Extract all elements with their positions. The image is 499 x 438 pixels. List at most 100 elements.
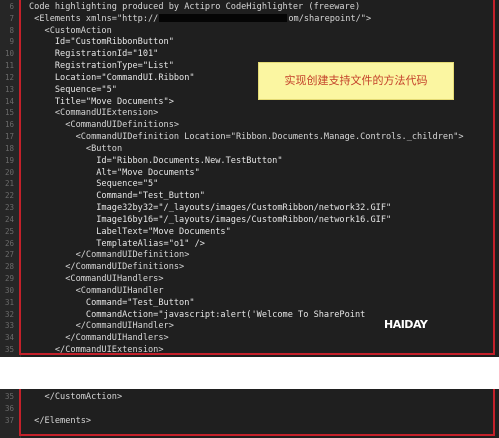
line-number: 19 bbox=[4, 155, 14, 165]
code-text: Sequence="5" bbox=[29, 178, 158, 190]
line-number: 35 bbox=[4, 392, 14, 401]
code-text-segment: CommandAction="javascript:alert('Welcome… bbox=[29, 309, 366, 320]
line-number: 12 bbox=[4, 72, 14, 82]
code-text: TemplateAlias="o1" /> bbox=[29, 238, 205, 250]
code-text: </CommandUIHandler> bbox=[29, 320, 174, 332]
line-number: 26 bbox=[4, 238, 14, 248]
code-text-segment: Location="CommandUI.Ribbon" bbox=[29, 72, 195, 83]
line-number: 27 bbox=[4, 250, 14, 260]
code-text-segment: TemplateAlias="o1" /> bbox=[29, 238, 205, 249]
code-text-segment: Image32by32="/_layouts/images/CustomRibb… bbox=[29, 203, 392, 214]
line-number: 20 bbox=[4, 167, 14, 177]
code-text-segment: <CommandUIHandlers> bbox=[29, 274, 164, 285]
line-number: 15 bbox=[4, 108, 14, 118]
code-text-segment: </CommandUIDefinition> bbox=[29, 250, 190, 261]
code-text-segment: </CommandUIHandlers> bbox=[29, 333, 169, 344]
code-text: RegistrationType="List" bbox=[29, 60, 174, 72]
line-number: 22 bbox=[4, 191, 14, 201]
code-text-segment: </CommandUIExtension> bbox=[29, 345, 164, 356]
code-text-segment: </CommandUIHandler> bbox=[29, 321, 174, 332]
code-text: Command="Test_Button" bbox=[29, 190, 205, 202]
code-text-segment: <CommandUIHandler bbox=[29, 285, 164, 296]
code-text-segment: Sequence="5" bbox=[29, 84, 117, 95]
line-number: 8 bbox=[9, 25, 14, 35]
code-text: Location="CommandUI.Ribbon" bbox=[29, 72, 195, 84]
code-text: Code highlighting produced by Actipro Co… bbox=[29, 1, 360, 13]
line-number: 6 bbox=[9, 2, 14, 11]
code-text: Alt="Move Documents" bbox=[29, 167, 200, 179]
code-text: <CommandUIHandler bbox=[29, 285, 164, 297]
line-number: 35 bbox=[4, 345, 14, 355]
code-text: RegistrationId="101" bbox=[29, 48, 159, 60]
line-number: 9 bbox=[9, 37, 14, 47]
code-text-segment: RegistrationType="List" bbox=[29, 61, 174, 72]
line-number: 25 bbox=[4, 226, 14, 236]
code-text: Image32by32="/_layouts/images/CustomRibb… bbox=[29, 202, 391, 214]
code-text: Title="Move Documents"> bbox=[29, 96, 174, 108]
code-text: Sequence="5" bbox=[29, 84, 117, 96]
code-text: CommandAction="javascript:alert('Welcome… bbox=[29, 309, 365, 321]
code-text-segment: <CustomAction bbox=[29, 25, 112, 36]
code-text: <Button bbox=[29, 143, 122, 155]
code-text-segment: RegistrationId="101" bbox=[29, 49, 159, 60]
line-number: 18 bbox=[4, 143, 14, 153]
code-text: </CommandUIHandlers> bbox=[29, 332, 169, 344]
code-text-segment: <CommandUIDefinition Location="Ribbon.Do… bbox=[29, 132, 464, 143]
code-text: </CommandUIExtension> bbox=[29, 344, 164, 356]
code-text: </CommandUIDefinition> bbox=[29, 249, 190, 261]
annotation-note: 实现创建支持文件的方法代码 bbox=[258, 62, 454, 100]
code-text-segment: Command="Test_Button" bbox=[29, 297, 195, 308]
code-text-segment: Code highlighting produced by Actipro Co… bbox=[29, 2, 361, 12]
code-text-segment: </Elements> bbox=[29, 415, 92, 426]
line-number: 14 bbox=[4, 96, 14, 106]
code-text-segment: Id="Ribbon.Documents.New.TestButton" bbox=[29, 155, 283, 166]
code-text-segment: Id="CustomRibbonButton" bbox=[29, 37, 174, 48]
code-text: </Elements> bbox=[29, 415, 91, 427]
code-text-segment: Command="Test_Button" bbox=[29, 191, 205, 202]
line-number: 37 bbox=[4, 415, 14, 425]
code-text-segment: <CommandUIDefinitions> bbox=[29, 120, 180, 131]
code-text-segment: Title="Move Documents"> bbox=[29, 96, 174, 107]
code-text: <Elements xmlns="http:// om/sharepoint/"> bbox=[29, 13, 371, 25]
line-number: 32 bbox=[4, 309, 14, 319]
line-number: 36 bbox=[4, 403, 14, 413]
line-number: 13 bbox=[4, 84, 14, 94]
code-text: Command="Test_Button" bbox=[29, 297, 195, 309]
code-text-segment: <Button bbox=[29, 143, 123, 154]
line-number: 30 bbox=[4, 285, 14, 295]
code-text-segment: </CustomAction> bbox=[29, 392, 123, 402]
line-number: 11 bbox=[4, 61, 14, 71]
code-text: LabelText="Move Documents" bbox=[29, 226, 231, 238]
code-text: Image16by16="/_layouts/images/CustomRibb… bbox=[29, 214, 391, 226]
code-text-segment: LabelText="Move Documents" bbox=[29, 226, 231, 237]
line-number: 31 bbox=[4, 297, 14, 307]
code-text: <CommandUIHandlers> bbox=[29, 273, 164, 285]
line-number: 23 bbox=[4, 203, 14, 213]
line-number: 28 bbox=[4, 262, 14, 272]
line-number: 29 bbox=[4, 274, 14, 284]
code-text-tail: om/sharepoint/"> bbox=[288, 13, 372, 24]
code-text: Id="CustomRibbonButton" bbox=[29, 36, 174, 48]
code-editor-bottom-panel: 35 </CustomAction> 36 37 </Elements> bbox=[0, 389, 499, 438]
line-number: 16 bbox=[4, 120, 14, 130]
code-text-segment: </CommandUIDefinitions> bbox=[29, 262, 185, 273]
line-number: 17 bbox=[4, 132, 14, 142]
code-text-segment: Image16by16="/_layouts/images/CustomRibb… bbox=[29, 214, 392, 225]
code-text: <CommandUIDefinitions> bbox=[29, 119, 179, 131]
line-number: 33 bbox=[4, 321, 14, 331]
line-number: 10 bbox=[4, 49, 14, 59]
code-text-segment: Sequence="5" bbox=[29, 179, 159, 190]
redaction-bar bbox=[159, 14, 288, 23]
line-number: 21 bbox=[4, 179, 14, 189]
code-text-segment: <CommandUIExtension> bbox=[29, 108, 159, 119]
watermark: HAIDAY bbox=[382, 318, 430, 331]
code-text: Id="Ribbon.Documents.New.TestButton" bbox=[29, 155, 283, 167]
code-text: </CustomAction> bbox=[29, 391, 123, 403]
code-text: <CommandUIDefinition Location="Ribbon.Do… bbox=[29, 131, 464, 143]
code-text: <CustomAction bbox=[29, 25, 112, 37]
line-number: 24 bbox=[4, 214, 14, 224]
line-number: 7 bbox=[9, 13, 14, 23]
line-number: 34 bbox=[4, 333, 14, 343]
code-text: </CommandUIDefinitions> bbox=[29, 261, 184, 273]
code-text: <CommandUIExtension> bbox=[29, 107, 159, 119]
